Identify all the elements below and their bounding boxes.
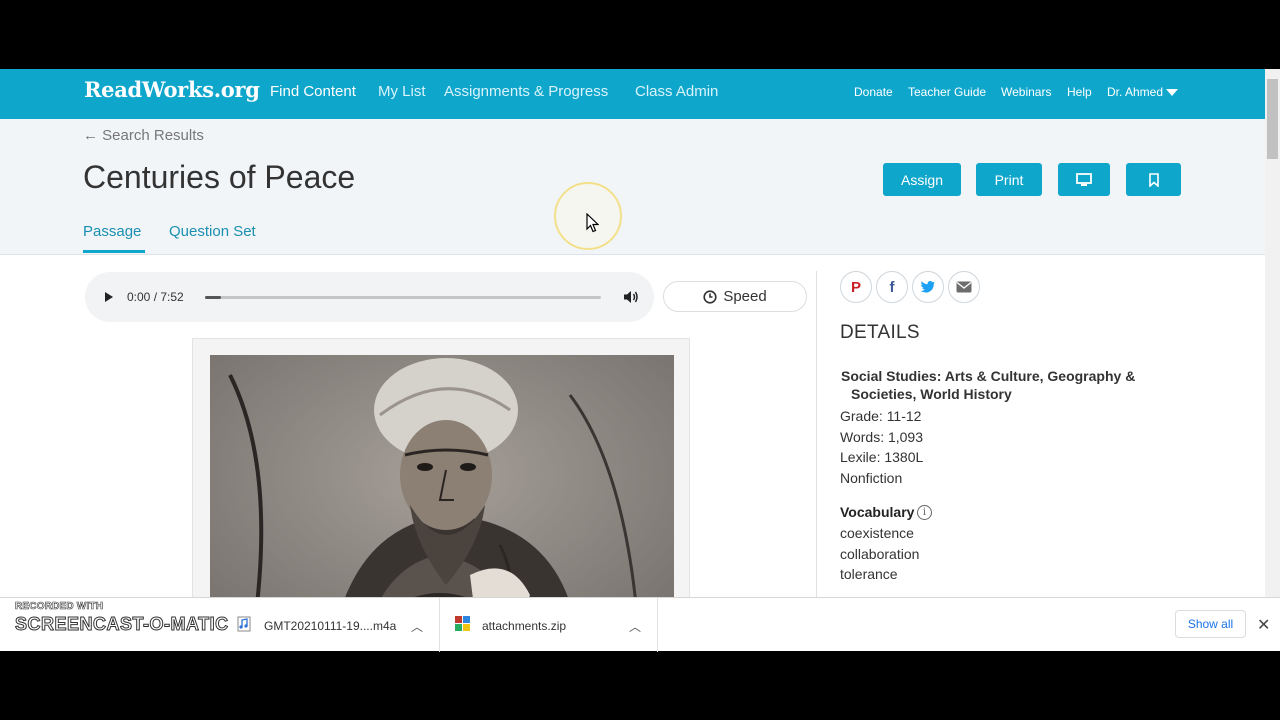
chevron-up-icon[interactable]: ︿ (629, 618, 641, 635)
text-type: Nonfiction (840, 470, 903, 486)
zip-file-icon (455, 616, 470, 631)
vocab-word: tolerance (840, 566, 898, 582)
speed-label: Speed (723, 288, 767, 305)
audio-seek-bar[interactable] (205, 296, 601, 299)
audio-time: 0:00 / 7:52 (127, 290, 184, 304)
word-count: Words: 1,093 (840, 429, 924, 445)
nav-find-content[interactable]: Find Content (270, 83, 356, 100)
subject-line-2: Societies, World History (851, 386, 1012, 402)
pinterest-share-button[interactable]: P (840, 271, 872, 303)
play-icon[interactable] (105, 292, 113, 302)
twitter-share-button[interactable] (912, 271, 944, 303)
subject-line-1: Social Studies: Arts & Culture, Geograph… (841, 368, 1136, 384)
nav-class-admin[interactable]: Class Admin (635, 83, 718, 100)
download-filename: attachments.zip (482, 619, 567, 633)
facebook-icon: f (889, 278, 895, 296)
vocab-word: coexistence (840, 525, 914, 541)
details-heading: DETAILS (840, 322, 920, 343)
volume-icon[interactable] (623, 289, 639, 305)
page-title: Centuries of Peace (83, 159, 356, 195)
active-tab-indicator (83, 250, 145, 253)
audio-file-icon (237, 616, 251, 632)
browser-page: ReadWorks.org Find Content My List Assig… (0, 69, 1280, 651)
print-button[interactable]: Print (976, 163, 1042, 196)
nav-my-list[interactable]: My List (378, 83, 426, 100)
vocab-word: collaboration (840, 546, 920, 562)
nav-webinars[interactable]: Webinars (1001, 85, 1051, 99)
save-to-list-button[interactable] (1126, 163, 1181, 196)
facebook-share-button[interactable]: f (876, 271, 908, 303)
back-to-search-results-link[interactable]: ← Search Results (83, 127, 204, 144)
nav-donate[interactable]: Donate (854, 85, 893, 99)
nav-user-menu[interactable]: Dr. Ahmed (1107, 85, 1163, 99)
vocabulary-heading: Vocabulary (840, 504, 915, 520)
tab-passage[interactable]: Passage (83, 223, 141, 240)
screencast-logo: SCREENCAST-O-MATIC (15, 614, 229, 635)
info-icon[interactable]: i (917, 505, 932, 520)
nav-help[interactable]: Help (1067, 85, 1092, 99)
audio-player: 0:00 / 7:52 (85, 272, 654, 322)
projector-view-button[interactable] (1058, 163, 1110, 196)
page-header: ← Search Results Centuries of Peace Assi… (0, 119, 1265, 255)
grade-level: Grade: 11-12 (840, 408, 922, 424)
assign-button[interactable]: Assign (883, 163, 961, 196)
speed-button[interactable]: Speed (663, 281, 807, 312)
download-item[interactable]: attachments.zip ︿ (440, 598, 658, 652)
bookmark-icon (1148, 172, 1159, 187)
audio-progress (205, 296, 221, 299)
envelope-icon (956, 281, 972, 293)
email-share-button[interactable] (948, 271, 980, 303)
download-filename: GMT20210111-19....m4a (264, 619, 397, 633)
show-all-downloads-button[interactable]: Show all (1175, 610, 1246, 638)
scrollbar-thumb[interactable] (1267, 79, 1278, 159)
page-scrollbar[interactable] (1265, 69, 1280, 651)
nav-assignments-progress[interactable]: Assignments & Progress (444, 83, 608, 100)
tab-question-set[interactable]: Question Set (169, 223, 256, 240)
screencast-recorded-text: RECORDED WITH (15, 601, 104, 613)
lexile-level: Lexile: 1380L (840, 449, 924, 465)
readworks-logo[interactable]: ReadWorks.org (84, 77, 260, 102)
nav-teacher-guide[interactable]: Teacher Guide (908, 85, 986, 99)
chevron-down-icon[interactable] (1166, 89, 1178, 96)
pinterest-icon: P (850, 278, 861, 296)
chevron-up-icon[interactable]: ︿ (411, 618, 423, 635)
monitor-icon (1076, 172, 1092, 186)
downloads-bar: RECORDED WITH SCREENCAST-O-MATIC GMT2021… (0, 597, 1280, 652)
twitter-icon (920, 281, 935, 293)
column-divider (816, 271, 817, 651)
clock-icon (703, 289, 717, 304)
download-item[interactable]: GMT20210111-19....m4a ︿ (222, 598, 440, 652)
top-navigation: ReadWorks.org Find Content My List Assig… (0, 69, 1265, 119)
close-icon[interactable]: ✕ (1257, 615, 1270, 635)
mouse-cursor-icon (586, 213, 599, 233)
